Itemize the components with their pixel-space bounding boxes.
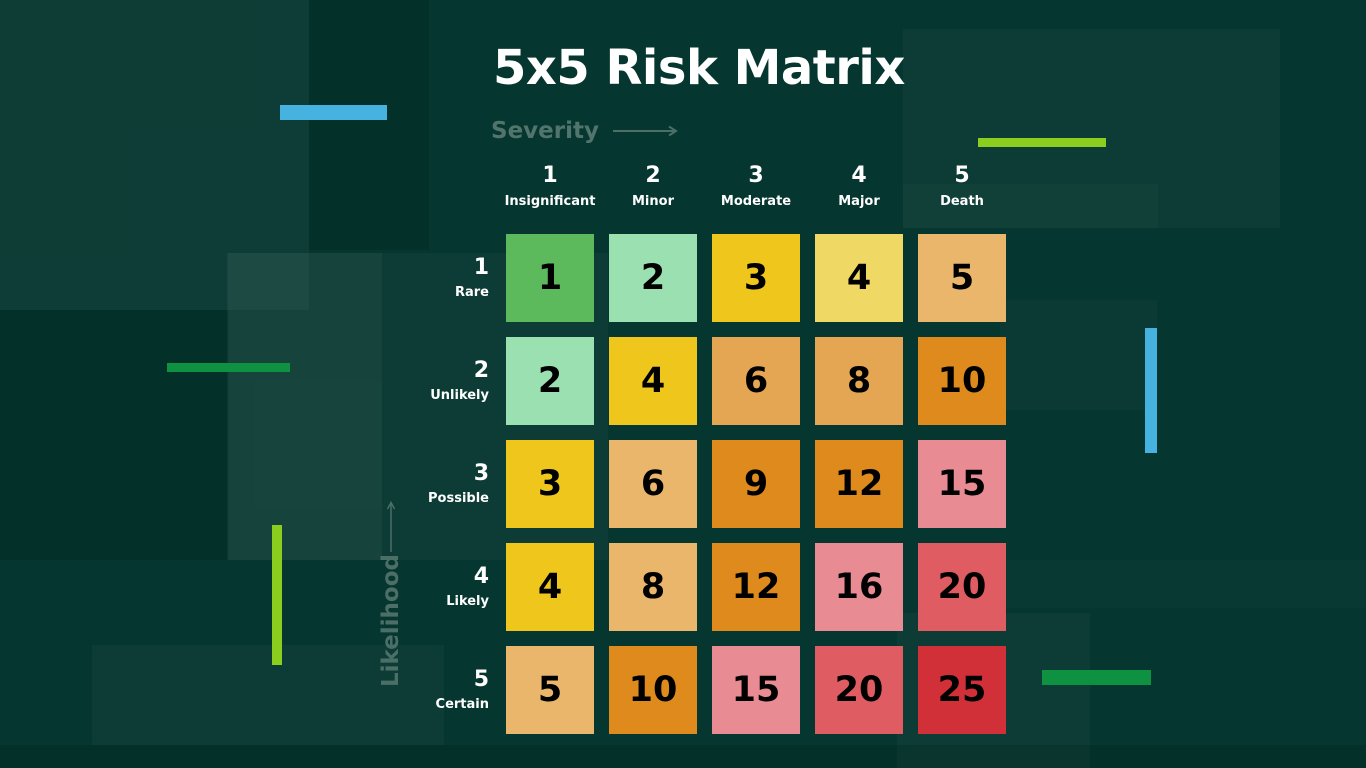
column-header-moderate: 3 Moderate <box>712 165 800 219</box>
matrix-corner-spacer <box>413 165 491 219</box>
column-header-number: 3 <box>748 163 764 188</box>
risk-matrix-stage: 5x5 Risk Matrix Severity Likelihood 1 Ins… <box>0 0 1366 768</box>
risk-cell[interactable]: 16 <box>815 543 903 631</box>
likelihood-axis: Likelihood <box>371 500 411 730</box>
risk-cell[interactable]: 5 <box>918 234 1006 322</box>
column-header-death: 5 Death <box>918 165 1006 219</box>
column-header-label: Death <box>940 194 984 209</box>
risk-cell[interactable]: 20 <box>918 543 1006 631</box>
arrow-right-icon <box>612 125 678 137</box>
risk-cell[interactable]: 10 <box>609 646 697 734</box>
row-header-certain: 5 Certain <box>413 646 491 734</box>
risk-cell[interactable]: 6 <box>609 440 697 528</box>
row-header-number: 3 <box>473 461 489 486</box>
risk-cell[interactable]: 25 <box>918 646 1006 734</box>
risk-cell[interactable]: 4 <box>815 234 903 322</box>
column-header-label: Minor <box>632 194 674 209</box>
column-header-number: 1 <box>542 163 558 188</box>
risk-cell[interactable]: 10 <box>918 337 1006 425</box>
risk-cell[interactable]: 4 <box>506 543 594 631</box>
arrow-up-icon <box>386 500 396 552</box>
risk-cell[interactable]: 4 <box>609 337 697 425</box>
risk-cell[interactable]: 15 <box>712 646 800 734</box>
row-header-number: 5 <box>473 667 489 692</box>
column-header-major: 4 Major <box>815 165 903 219</box>
row-header-number: 4 <box>473 564 489 589</box>
risk-cell[interactable]: 20 <box>815 646 903 734</box>
column-header-label: Insignificant <box>504 194 596 209</box>
risk-cell[interactable]: 8 <box>815 337 903 425</box>
row-header-likely: 4 Likely <box>413 543 491 631</box>
risk-cell[interactable]: 3 <box>506 440 594 528</box>
column-header-minor: 2 Minor <box>609 165 697 219</box>
row-header-label: Likely <box>446 594 489 609</box>
risk-cell[interactable]: 12 <box>815 440 903 528</box>
risk-cell[interactable]: 5 <box>506 646 594 734</box>
page-title: 5x5 Risk Matrix <box>493 40 905 96</box>
column-header-insignificant: 1 Insignificant <box>504 163 596 219</box>
risk-cell[interactable]: 1 <box>506 234 594 322</box>
risk-cell[interactable]: 6 <box>712 337 800 425</box>
risk-cell[interactable]: 12 <box>712 543 800 631</box>
row-header-label: Possible <box>428 491 489 506</box>
row-header-label: Certain <box>435 697 489 712</box>
row-header-rare: 1 Rare <box>413 234 491 322</box>
row-header-possible: 3 Possible <box>413 440 491 528</box>
column-header-number: 4 <box>851 163 867 188</box>
risk-cell[interactable]: 3 <box>712 234 800 322</box>
risk-cell[interactable]: 2 <box>609 234 697 322</box>
column-header-label: Major <box>838 194 880 209</box>
risk-matrix-grid: 1 Insignificant 2 Minor 3 Moderate 4 Major 5 Deat… <box>413 165 1006 734</box>
row-header-number: 2 <box>473 358 489 383</box>
risk-cell[interactable]: 2 <box>506 337 594 425</box>
column-header-number: 2 <box>645 163 661 188</box>
row-header-unlikely: 2 Unlikely <box>413 337 491 425</box>
severity-axis: Severity <box>491 118 683 144</box>
risk-cell[interactable]: 8 <box>609 543 697 631</box>
severity-axis-label: Severity <box>491 118 599 144</box>
risk-cell[interactable]: 15 <box>918 440 1006 528</box>
row-header-number: 1 <box>473 255 489 280</box>
likelihood-axis-label: Likelihood <box>378 554 404 688</box>
column-header-number: 5 <box>954 163 970 188</box>
risk-cell[interactable]: 9 <box>712 440 800 528</box>
row-header-label: Rare <box>454 285 489 300</box>
row-header-label: Unlikely <box>430 388 489 403</box>
column-header-label: Moderate <box>720 194 792 209</box>
